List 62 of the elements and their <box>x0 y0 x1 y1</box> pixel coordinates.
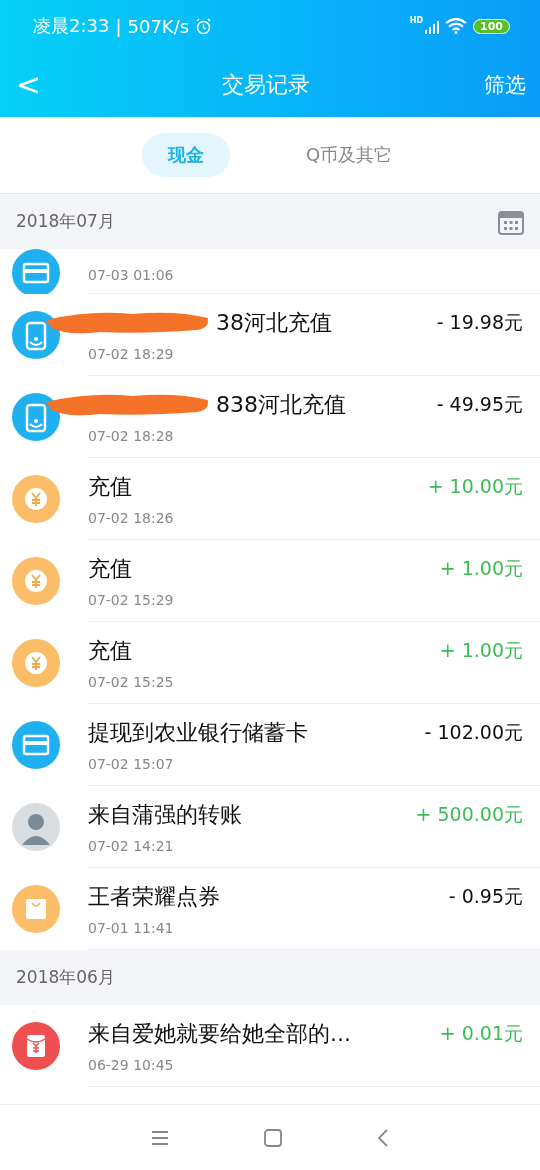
transaction-time: 07-02 15:29 <box>88 591 175 608</box>
signal-icon <box>423 18 440 34</box>
yuan-coin-icon <box>12 639 60 687</box>
tab[interactable]: Q币及其它 <box>299 133 399 177</box>
network-speed: 507K/s <box>127 15 190 37</box>
network-label: HD <box>409 16 424 25</box>
transaction-title: 838河北充值 <box>216 390 346 419</box>
yuan-coin-icon <box>12 475 60 523</box>
wifi-icon <box>445 18 468 34</box>
transaction-amount: + 500.00元 <box>415 802 523 827</box>
transaction-amount: - 19.98元 <box>436 310 523 335</box>
transaction-row[interactable]: 38河北充值 07-02 18:29 - 19.98元 <box>0 294 540 376</box>
envelope-icon <box>12 1022 60 1070</box>
transaction-amount: + 1.00元 <box>439 556 523 581</box>
transaction-time: 06-29 10:45 <box>88 1056 175 1073</box>
transaction-time: 07-01 11:41 <box>88 919 175 936</box>
phone-icon <box>12 393 60 441</box>
transaction-row[interactable]: 838河北充值 07-02 18:28 - 49.95元 <box>0 376 540 458</box>
avatar <box>12 803 60 851</box>
battery-level: 100 <box>473 18 510 34</box>
transaction-time: 07-02 18:29 <box>88 345 175 362</box>
transaction-title: 提现到农业银行储蓄卡 <box>88 718 308 747</box>
transaction-amount: + 0.01元 <box>439 1021 523 1046</box>
transaction-amount: - 102.00元 <box>424 720 523 745</box>
phone-icon <box>12 311 60 359</box>
transaction-time: 07-02 15:25 <box>88 673 175 690</box>
transaction-time: 07-02 15:07 <box>88 755 175 772</box>
transaction-row[interactable]: 07-03 01:06 <box>0 249 540 294</box>
transaction-title: 充值 <box>88 636 132 665</box>
transaction-row[interactable]: 充值 07-02 18:26 + 10.00元 <box>0 458 540 540</box>
transaction-time: 07-03 01:06 <box>88 267 175 283</box>
transaction-title: 来自爱她就要给她全部的... <box>88 1019 351 1048</box>
transaction-time: 07-02 18:28 <box>88 427 175 444</box>
transaction-row[interactable]: 来自蒲强的转账 07-02 14:21 + 500.00元 <box>0 786 540 868</box>
transaction-row[interactable]: 充值 07-02 15:29 + 1.00元 <box>0 540 540 622</box>
transaction-amount: - 0.95元 <box>448 884 523 909</box>
transaction-amount: - 49.95元 <box>436 392 523 417</box>
transaction-amount: + 1.00元 <box>439 638 523 663</box>
month-label: 2018年07月 <box>16 210 116 233</box>
card-icon <box>12 721 60 769</box>
transaction-time: 07-02 14:21 <box>88 837 175 854</box>
menu-icon[interactable] <box>151 1129 169 1146</box>
transaction-row[interactable]: 来自爱她就要给她全部的... 06-29 10:45 + 0.01元 <box>0 1005 540 1087</box>
transaction-title: 38河北充值 <box>216 308 332 337</box>
page-title: 交易记录 <box>220 70 311 99</box>
status-time: 凌晨2:33 <box>33 14 110 38</box>
transaction-amount: + 10.00元 <box>427 474 523 499</box>
calendar-icon[interactable] <box>498 208 524 235</box>
transaction-title: 充值 <box>88 472 132 501</box>
transaction-row[interactable]: 充值 07-02 15:25 + 1.00元 <box>0 622 540 704</box>
alarm-icon <box>195 17 213 35</box>
home-icon[interactable] <box>264 1128 282 1147</box>
transaction-title: 充值 <box>88 554 132 583</box>
yuan-coin-icon <box>12 557 60 605</box>
transaction-title: 王者荣耀点券 <box>88 882 220 911</box>
back-icon[interactable] <box>377 1128 389 1147</box>
transaction-row[interactable]: 提现到农业银行储蓄卡 07-02 15:07 - 102.00元 <box>0 704 540 786</box>
transaction-time: 07-02 18:26 <box>88 509 175 526</box>
transaction-title: 来自蒲强的转账 <box>88 800 242 829</box>
month-label: 2018年06月 <box>16 966 116 989</box>
bag-icon <box>12 885 60 933</box>
status-separator: | <box>115 15 122 37</box>
